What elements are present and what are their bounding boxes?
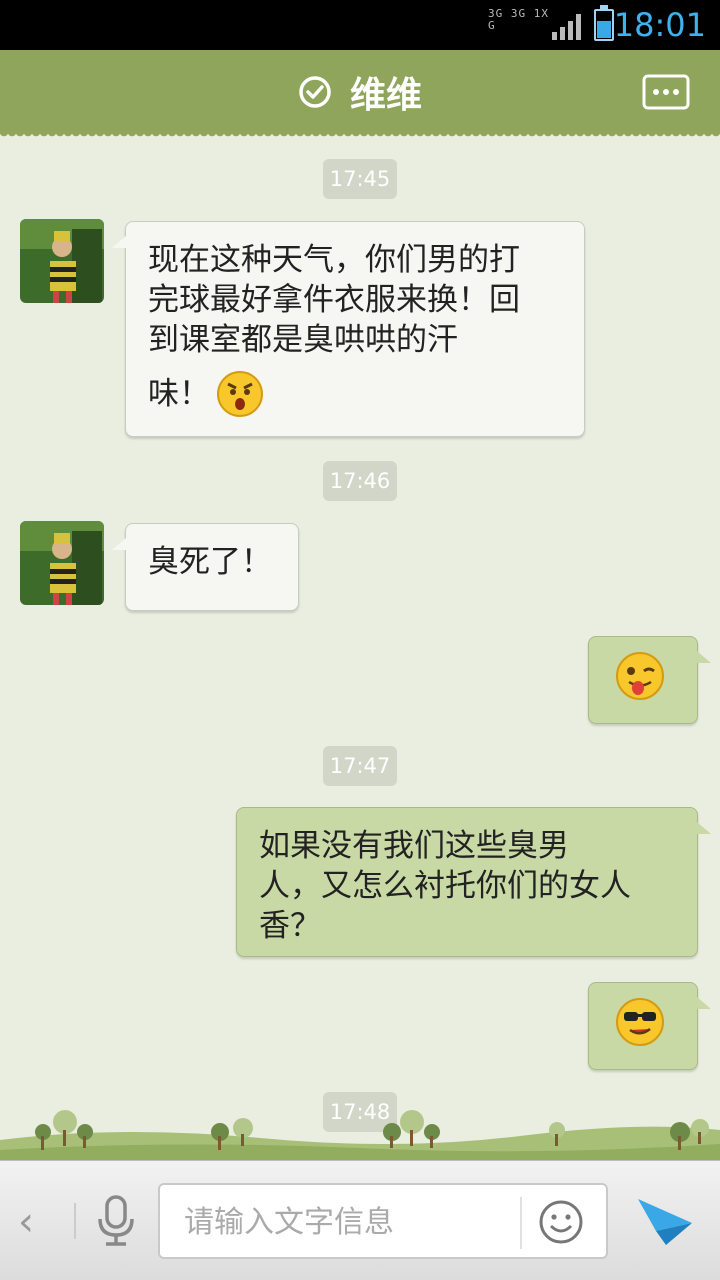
signal-icon bbox=[552, 14, 581, 40]
cool-sunglasses-face-icon bbox=[616, 998, 664, 1046]
divider bbox=[74, 1203, 76, 1239]
message-bubble-outgoing[interactable] bbox=[588, 982, 711, 1070]
message-bubble-incoming[interactable]: 现在这种天气，你们男的打 完球最好拿件衣服来换！回 到课室都是臭哄哄的汗 味！ bbox=[112, 221, 585, 437]
message-text-line: 人，又怎么衬托你们的女人 bbox=[259, 868, 631, 904]
message-input-placeholder: 请输入文字信息 bbox=[184, 1205, 394, 1240]
message-text-line: 现在这种天气，你们男的打 bbox=[148, 242, 520, 278]
battery-icon bbox=[594, 5, 614, 41]
chat-more-icon[interactable] bbox=[642, 74, 690, 112]
message-text-line: 香？ bbox=[259, 908, 321, 944]
message-text-line: 完球最好拿件衣服来换！回 bbox=[148, 282, 520, 318]
message-list[interactable]: 17:45 现在这种天气，你们男的打 完球最好拿件衣服来换！回 到课室都是臭哄哄… bbox=[0, 134, 720, 1160]
send-icon[interactable] bbox=[636, 1197, 694, 1247]
check-circle-icon bbox=[299, 76, 331, 108]
message-text-line: 臭死了！ bbox=[148, 544, 272, 580]
divider bbox=[520, 1197, 522, 1249]
status-bar: 3G 3G 1X G 18:01 bbox=[0, 0, 720, 50]
message-bubble-incoming[interactable]: 臭死了！ bbox=[112, 523, 299, 611]
network-indicator: 3G 3G 1X G bbox=[488, 7, 549, 32]
chat-header: 维维 bbox=[0, 50, 720, 140]
chevron-left-icon[interactable]: ‹ bbox=[18, 1197, 48, 1247]
message-text-line: 到课室都是臭哄哄的汗 bbox=[148, 322, 458, 358]
contact-name: 维维 bbox=[349, 75, 422, 116]
emoji-icon[interactable] bbox=[538, 1199, 584, 1245]
avatar[interactable] bbox=[20, 219, 104, 303]
message-text-line: 如果没有我们这些臭男 bbox=[259, 828, 569, 864]
tongue-wink-face-icon bbox=[616, 652, 664, 700]
landscape-decoration bbox=[0, 1110, 720, 1160]
timestamp: 17:46 bbox=[323, 461, 397, 501]
angry-face-icon bbox=[217, 371, 263, 417]
input-bar: ‹ 请输入文字信息 bbox=[0, 1160, 720, 1280]
message-bubble-outgoing[interactable]: 如果没有我们这些臭男 人，又怎么衬托你们的女人 香？ bbox=[236, 807, 711, 957]
message-text-line: 味！ bbox=[148, 376, 210, 412]
timestamp: 17:47 bbox=[323, 746, 397, 786]
microphone-icon[interactable] bbox=[94, 1195, 138, 1247]
timestamp: 17:45 bbox=[323, 159, 397, 199]
avatar[interactable] bbox=[20, 521, 104, 605]
message-input[interactable]: 请输入文字信息 bbox=[158, 1183, 608, 1259]
message-bubble-outgoing[interactable] bbox=[588, 636, 711, 724]
status-time: 18:01 bbox=[613, 6, 706, 44]
